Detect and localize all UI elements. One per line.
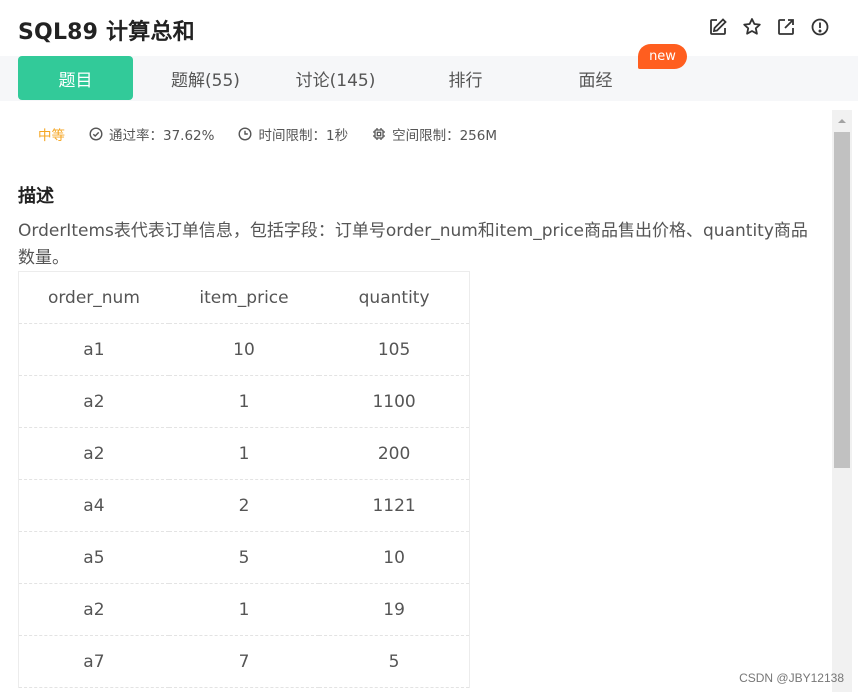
table-cell: 1100 bbox=[319, 375, 470, 428]
table-cell: 1 bbox=[168, 583, 320, 636]
table-cell: a1 bbox=[18, 323, 169, 376]
table-row: a4 2 1121 bbox=[18, 479, 470, 532]
table-cell: 19 bbox=[319, 583, 470, 636]
order-items-table: order_num item_price quantity a1 10 105 … bbox=[18, 271, 470, 688]
star-icon[interactable] bbox=[742, 17, 762, 37]
table-cell: 2 bbox=[168, 479, 320, 532]
table-row: a1 10 105 bbox=[18, 323, 470, 376]
chip-icon bbox=[373, 128, 386, 140]
table-cell: a2 bbox=[18, 427, 169, 480]
table-cell: a2 bbox=[18, 375, 169, 428]
table-row: a7 7 5 bbox=[18, 635, 470, 688]
table-cell: 10 bbox=[168, 323, 320, 376]
difficulty-label: 中等 bbox=[38, 128, 65, 144]
memory-limit: 空间限制：256M bbox=[372, 124, 497, 144]
watermark: CSDN @JBY12138 bbox=[739, 671, 844, 685]
problem-meta: 中等 通过率：37.62% 时间限制：1秒 空间限制：256M bbox=[38, 124, 521, 144]
table-cell: 5 bbox=[168, 531, 320, 584]
table-cell: 105 bbox=[319, 323, 470, 376]
description-text: OrderItems表代表订单信息，包括字段：订单号order_num和item… bbox=[18, 221, 808, 268]
table-cell: 5 bbox=[319, 635, 470, 688]
time-limit-text: 时间限制：1秒 bbox=[258, 128, 349, 144]
pass-rate: 通过率：37.62% bbox=[89, 124, 214, 144]
page-title: SQL89 计算总和 bbox=[18, 20, 195, 45]
tab-interview[interactable]: 面经 bbox=[538, 56, 653, 100]
table-cell: 1 bbox=[168, 427, 320, 480]
vertical-scrollbar[interactable] bbox=[832, 110, 852, 692]
clock-icon bbox=[238, 127, 252, 141]
table-header-row: order_num item_price quantity bbox=[18, 271, 470, 324]
new-badge: new bbox=[638, 44, 687, 69]
page: SQL89 计算总和 题目 题解(55) 讨论(145) 排行 面经 new 中… bbox=[0, 0, 858, 692]
description-heading: 描述 bbox=[18, 186, 54, 207]
table-cell: 1121 bbox=[319, 479, 470, 532]
header: SQL89 计算总和 bbox=[0, 0, 858, 56]
problem-content: 中等 通过率：37.62% 时间限制：1秒 空间限制：256M 描述 Order… bbox=[0, 110, 832, 692]
header-actions bbox=[708, 17, 830, 37]
info-icon[interactable] bbox=[810, 17, 830, 37]
tab-problem[interactable]: 题目 bbox=[18, 56, 133, 100]
table-row: a2 1 200 bbox=[18, 427, 470, 480]
table-cell: 10 bbox=[319, 531, 470, 584]
tab-discussion[interactable]: 讨论(145) bbox=[278, 56, 393, 100]
column-header: item_price bbox=[168, 271, 320, 324]
column-header: quantity bbox=[319, 271, 470, 324]
table-cell: 1 bbox=[168, 375, 320, 428]
column-header: order_num bbox=[18, 271, 169, 324]
tab-bar: 题目 题解(55) 讨论(145) 排行 面经 bbox=[0, 56, 858, 101]
time-limit: 时间限制：1秒 bbox=[238, 124, 348, 144]
external-link-icon[interactable] bbox=[776, 17, 796, 37]
check-circle-icon bbox=[89, 127, 103, 141]
scrollbar-thumb[interactable] bbox=[834, 132, 850, 468]
table-row: a2 1 19 bbox=[18, 583, 470, 636]
scroll-up-arrow-icon[interactable] bbox=[832, 114, 852, 128]
edit-icon[interactable] bbox=[708, 17, 728, 37]
table-cell: 7 bbox=[168, 635, 320, 688]
table-cell: a4 bbox=[18, 479, 169, 532]
table-cell: a2 bbox=[18, 583, 169, 636]
pass-rate-text: 通过率：37.62% bbox=[109, 128, 215, 144]
table-cell: 200 bbox=[319, 427, 470, 480]
table-cell: a7 bbox=[18, 635, 169, 688]
memory-limit-text: 空间限制：256M bbox=[392, 128, 497, 144]
tab-solutions[interactable]: 题解(55) bbox=[148, 56, 263, 100]
table-row: a2 1 1100 bbox=[18, 375, 470, 428]
table-cell: a5 bbox=[18, 531, 169, 584]
table-row: a5 5 10 bbox=[18, 531, 470, 584]
tab-ranking[interactable]: 排行 bbox=[408, 56, 523, 100]
